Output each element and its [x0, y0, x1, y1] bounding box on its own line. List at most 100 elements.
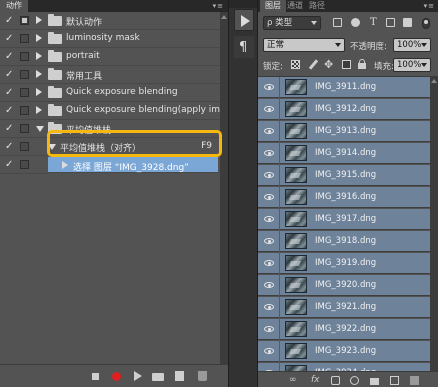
- tab-actions[interactable]: 动作: [0, 0, 28, 12]
- visibility-eye-icon[interactable]: [264, 84, 274, 90]
- toggle-item-check-icon[interactable]: ✓: [5, 141, 13, 152]
- actions-scrollbar[interactable]: [220, 12, 228, 364]
- layer-thumbnail[interactable]: [285, 321, 307, 337]
- toggle-dialog-icon[interactable]: [20, 52, 29, 61]
- toggle-item-check-icon[interactable]: ✓: [5, 123, 13, 134]
- layer-thumbnail[interactable]: [285, 299, 307, 315]
- visibility-eye-icon[interactable]: [264, 260, 274, 266]
- expand-right-icon[interactable]: [36, 34, 42, 42]
- visibility-eye-icon[interactable]: [264, 172, 274, 178]
- expand-right-icon[interactable]: [36, 88, 42, 96]
- lock-position-icon[interactable]: ✥: [324, 58, 333, 71]
- opacity-field[interactable]: 100%: [393, 38, 431, 52]
- scroll-up-icon[interactable]: [221, 15, 227, 19]
- layer-thumbnail[interactable]: [285, 145, 307, 161]
- expand-right-icon[interactable]: [36, 106, 42, 114]
- layer-thumbnail[interactable]: [285, 255, 307, 271]
- layer-row[interactable]: IMG_3916.dng: [258, 187, 430, 208]
- visibility-eye-icon[interactable]: [264, 304, 274, 310]
- layer-name[interactable]: IMG_3917.dng: [315, 214, 376, 224]
- expand-right-icon[interactable]: [36, 16, 42, 24]
- action-row[interactable]: ✓ 默认动作: [0, 12, 220, 30]
- visibility-eye-icon[interactable]: [264, 150, 274, 156]
- visibility-eye-icon[interactable]: [264, 348, 274, 354]
- group-icon[interactable]: [370, 378, 379, 385]
- adjustment-icon[interactable]: [350, 376, 359, 385]
- expand-down-icon[interactable]: [36, 126, 44, 132]
- layer-name[interactable]: IMG_3916.dng: [315, 192, 376, 202]
- layer-thumbnail[interactable]: [285, 101, 307, 117]
- layer-thumbnail[interactable]: [285, 343, 307, 359]
- new-layer-icon[interactable]: [390, 376, 399, 385]
- toggle-item-check-icon[interactable]: ✓: [5, 105, 13, 116]
- layer-row[interactable]: IMG_3913.dng: [258, 121, 430, 142]
- layer-name[interactable]: IMG_3913.dng: [315, 126, 376, 136]
- panel-menu-icon[interactable]: ▾≡: [213, 0, 224, 12]
- toggle-item-check-icon[interactable]: ✓: [5, 87, 13, 98]
- layer-name[interactable]: IMG_3918.dng: [315, 236, 376, 246]
- toggle-dialog-icon[interactable]: [20, 160, 29, 169]
- filter-shape-icon[interactable]: [386, 18, 395, 27]
- layer-thumbnail[interactable]: [285, 167, 307, 183]
- toggle-dialog-icon[interactable]: [20, 34, 29, 43]
- layer-row[interactable]: IMG_3911.dng: [258, 77, 430, 98]
- row-check-icon[interactable]: ✓: [5, 159, 13, 170]
- layer-thumbnail[interactable]: [285, 277, 307, 293]
- lock-transparency-icon[interactable]: [291, 60, 300, 69]
- toggle-item-check-icon[interactable]: ✓: [5, 33, 13, 44]
- blend-mode-select[interactable]: 正常: [263, 38, 345, 52]
- record-icon[interactable]: [112, 372, 121, 381]
- lock-artboard-icon[interactable]: [342, 60, 351, 69]
- layer-row[interactable]: IMG_3920.dng: [258, 275, 430, 296]
- toggle-dialog-icon[interactable]: [20, 142, 29, 151]
- paragraph-panel-button[interactable]: ¶: [234, 36, 254, 58]
- layer-name[interactable]: IMG_3922.dng: [315, 324, 376, 334]
- toggle-dialog-icon[interactable]: [20, 106, 29, 115]
- layers-scrollbar[interactable]: [430, 76, 438, 371]
- filter-toggle[interactable]: [422, 18, 430, 29]
- toggle-dialog-icon[interactable]: [20, 70, 29, 79]
- layer-thumbnail[interactable]: [285, 79, 307, 95]
- expand-right-icon[interactable]: [62, 161, 68, 169]
- layer-name[interactable]: IMG_3919.dng: [315, 258, 376, 268]
- toggle-item-check-icon[interactable]: ✓: [5, 69, 13, 80]
- layer-row[interactable]: IMG_3923.dng: [258, 341, 430, 362]
- link-icon[interactable]: ∞: [289, 376, 297, 385]
- layer-name[interactable]: IMG_3921.dng: [315, 302, 376, 312]
- layer-row[interactable]: IMG_3912.dng: [258, 99, 430, 120]
- play-selection-icon[interactable]: [134, 371, 142, 381]
- layers-menu-icon[interactable]: ▾≡: [424, 0, 435, 12]
- layer-row[interactable]: IMG_3924.dng: [258, 363, 430, 371]
- layer-name[interactable]: IMG_3923.dng: [315, 346, 376, 356]
- visibility-eye-icon[interactable]: [264, 106, 274, 112]
- filter-kind-select[interactable]: ρ 类型: [263, 16, 321, 30]
- layer-name[interactable]: IMG_3911.dng: [315, 82, 376, 92]
- action-row[interactable]: ✓ Quick exposure blending(apply image ...: [0, 102, 248, 120]
- layer-row[interactable]: IMG_3922.dng: [258, 319, 430, 340]
- visibility-eye-icon[interactable]: [264, 216, 274, 222]
- new-action-icon[interactable]: [175, 371, 184, 381]
- visibility-eye-icon[interactable]: [264, 326, 274, 332]
- visibility-eye-icon[interactable]: [264, 194, 274, 200]
- stop-icon[interactable]: [92, 373, 99, 380]
- action-row[interactable]: ✓ 常用工具: [0, 66, 220, 84]
- visibility-eye-icon[interactable]: [264, 282, 274, 288]
- expand-right-icon[interactable]: [36, 70, 42, 78]
- layer-name[interactable]: IMG_3920.dng: [315, 280, 376, 290]
- layer-row[interactable]: IMG_3921.dng: [258, 297, 430, 318]
- lock-all-icon[interactable]: [358, 59, 366, 69]
- actions-panel-button[interactable]: [234, 9, 254, 31]
- delete-action-icon[interactable]: [198, 371, 207, 381]
- layer-thumbnail[interactable]: [285, 123, 307, 139]
- filter-type-icon[interactable]: T: [370, 18, 379, 28]
- layer-thumbnail[interactable]: [285, 189, 307, 205]
- layer-name[interactable]: IMG_3914.dng: [315, 148, 376, 158]
- toggle-item-check-icon[interactable]: ✓: [5, 15, 13, 26]
- layer-row[interactable]: IMG_3919.dng: [258, 253, 430, 274]
- new-set-icon[interactable]: [152, 373, 164, 381]
- scroll-up-icon[interactable]: [431, 79, 437, 83]
- fx-icon[interactable]: fx: [311, 376, 320, 385]
- filter-adjustment-icon[interactable]: [351, 18, 360, 27]
- toggle-dialog-icon[interactable]: [20, 16, 29, 25]
- delete-icon[interactable]: [410, 376, 419, 385]
